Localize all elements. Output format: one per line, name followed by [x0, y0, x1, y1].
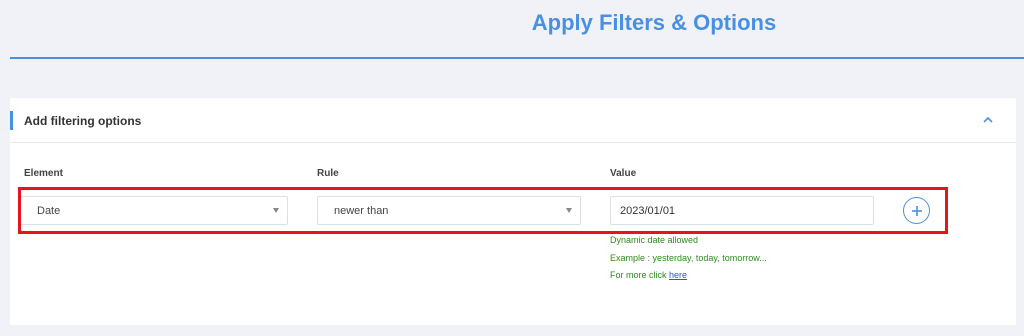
title-divider	[10, 57, 1024, 59]
panel-title: Add filtering options	[24, 114, 142, 128]
panel-header[interactable]: Add filtering options	[10, 98, 1016, 143]
panel-accent-bar	[10, 111, 13, 130]
hint-example: Example : yesterday, today, tomorrow...	[610, 253, 767, 263]
chevron-up-icon[interactable]	[980, 112, 996, 128]
rule-column-label: Rule	[317, 168, 339, 179]
hint-more: For more click here	[610, 270, 687, 280]
value-column-label: Value	[610, 168, 637, 179]
hint-dynamic-date: Dynamic date allowed	[610, 235, 699, 245]
filter-panel: Add filtering options Element Rule Value…	[10, 98, 1016, 325]
page-title: Apply Filters & Options	[531, 10, 777, 35]
help-link[interactable]: here	[669, 270, 687, 280]
hint-more-prefix: For more click	[610, 270, 667, 280]
highlight-box	[18, 187, 948, 234]
element-column-label: Element	[24, 168, 63, 179]
